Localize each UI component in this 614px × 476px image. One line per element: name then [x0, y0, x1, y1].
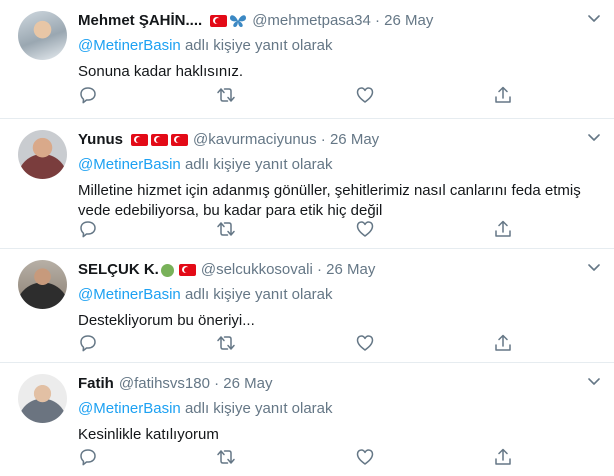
retweet-icon[interactable] — [216, 333, 236, 353]
tweet-date[interactable]: 26 May — [384, 12, 433, 30]
tweet-text: Milletine hizmet için adanmış gönüller, … — [78, 182, 581, 219]
reply-context: @MetinerBasin adlı kişiye yanıt olarak — [78, 36, 333, 56]
reply-context-label: adlı kişiye yanıt olarak — [184, 156, 333, 173]
user-handle[interactable]: @kavurmaciyunus — [193, 131, 317, 149]
tweet-header: Yunus @kavurmaciyunus · 26 May — [78, 131, 380, 149]
tweet-header: Fatih @fatihsvs180 · 26 May — [78, 375, 273, 393]
retweet-icon[interactable] — [216, 219, 236, 239]
green-circle-icon — [160, 263, 174, 277]
user-handle[interactable]: @mehmetpasa34 — [252, 12, 371, 30]
avatar[interactable] — [18, 374, 67, 423]
tweet-actions — [78, 219, 518, 239]
user-handle[interactable]: @fatihsvs180 — [119, 375, 210, 393]
tweet-header: Mehmet ŞAHİN.... @mehmetpasa34 · 26 May — [78, 12, 434, 30]
retweet-icon[interactable] — [216, 85, 236, 105]
butterfly-icon — [230, 15, 247, 27]
share-icon[interactable] — [493, 219, 513, 239]
display-name[interactable]: Yunus — [78, 131, 123, 149]
display-name[interactable]: Mehmet ŞAHİN.... — [78, 12, 202, 30]
share-icon[interactable] — [493, 85, 513, 105]
tweet-header: SELÇUK K. @selcukkosovali · 26 May — [78, 261, 376, 279]
reply-timeline: Mehmet ŞAHİN.... @mehmetpasa34 · 26 May … — [0, 0, 614, 476]
tweet-date[interactable]: 26 May — [223, 375, 272, 393]
tweet[interactable]: Yunus @kavurmaciyunus · 26 May @MetinerB… — [0, 119, 614, 249]
display-name[interactable]: Fatih — [78, 375, 114, 393]
share-icon[interactable] — [493, 333, 513, 353]
like-icon[interactable] — [355, 447, 375, 467]
reply-context: @MetinerBasin adlı kişiye yanıt olarak — [78, 399, 333, 419]
reply-context-label: adlı kişiye yanıt olarak — [184, 286, 333, 303]
mention-link[interactable]: @MetinerBasin — [78, 37, 181, 54]
reply-context: @MetinerBasin adlı kişiye yanıt olarak — [78, 155, 333, 175]
caret-down-icon[interactable] — [588, 377, 600, 387]
mention-link[interactable]: @MetinerBasin — [78, 156, 181, 173]
avatar[interactable] — [18, 260, 67, 309]
reply-context: @MetinerBasin adlı kişiye yanıt olarak — [78, 285, 333, 305]
reply-context-label: adlı kişiye yanıt olarak — [184, 400, 333, 417]
tweet-actions — [78, 85, 518, 105]
tweet-text: Sonuna kadar haklısınız. — [78, 63, 244, 80]
user-handle[interactable]: @selcukkosovali — [201, 261, 313, 279]
reply-icon[interactable] — [78, 219, 98, 239]
turkey-flag-icon — [178, 264, 196, 276]
reply-icon[interactable] — [78, 447, 98, 467]
avatar[interactable] — [18, 11, 67, 60]
caret-down-icon[interactable] — [588, 14, 600, 24]
tweet-text: Destekliyorum bu öneriyi... — [78, 312, 255, 329]
tweet-text: Kesinlikle katılıyorum — [78, 426, 219, 443]
tweet[interactable]: Mehmet ŞAHİN.... @mehmetpasa34 · 26 May … — [0, 0, 614, 119]
tweet[interactable]: Fatih @fatihsvs180 · 26 May @MetinerBasi… — [0, 363, 614, 476]
reply-icon[interactable] — [78, 333, 98, 353]
tweet-date[interactable]: 26 May — [330, 131, 379, 149]
turkey-flag-icon — [171, 134, 189, 146]
turkey-flag-icon — [210, 15, 228, 27]
caret-down-icon[interactable] — [588, 133, 600, 143]
tweet-actions — [78, 333, 518, 353]
tweet-date[interactable]: 26 May — [326, 261, 375, 279]
retweet-icon[interactable] — [216, 447, 236, 467]
reply-context-label: adlı kişiye yanıt olarak — [184, 37, 333, 54]
like-icon[interactable] — [355, 333, 375, 353]
display-name[interactable]: SELÇUK K. — [78, 261, 159, 279]
avatar[interactable] — [18, 130, 67, 179]
turkey-flag-icon — [151, 134, 169, 146]
caret-down-icon[interactable] — [588, 263, 600, 273]
tweet-actions — [78, 447, 518, 467]
like-icon[interactable] — [355, 219, 375, 239]
tweet[interactable]: SELÇUK K. @selcukkosovali · 26 May @Meti… — [0, 249, 614, 363]
like-icon[interactable] — [355, 85, 375, 105]
share-icon[interactable] — [493, 447, 513, 467]
reply-icon[interactable] — [78, 85, 98, 105]
mention-link[interactable]: @MetinerBasin — [78, 286, 181, 303]
turkey-flag-icon — [131, 134, 149, 146]
mention-link[interactable]: @MetinerBasin — [78, 400, 181, 417]
